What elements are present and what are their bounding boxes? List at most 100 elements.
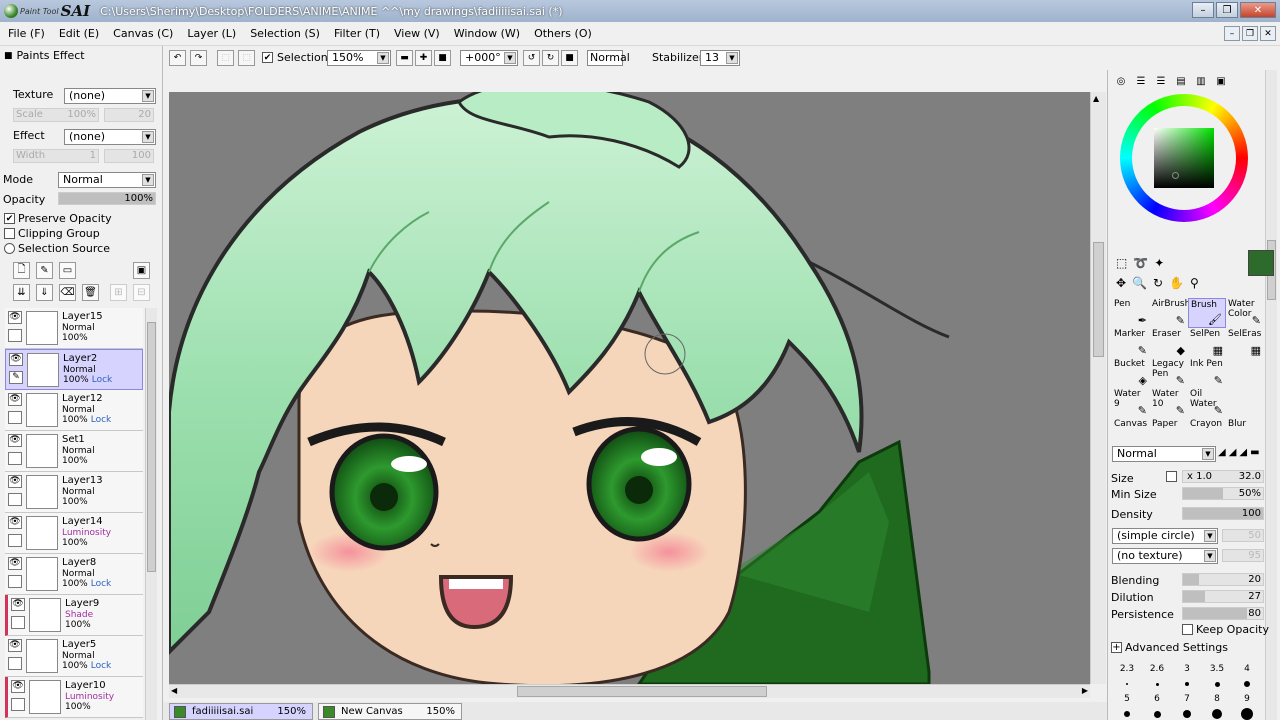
visibility-eye-icon[interactable]: 👁	[8, 639, 22, 652]
brush-tool-water-color[interactable]: Water Color ✎	[1226, 298, 1264, 328]
layer-row[interactable]: 👁 Layer8 Normal 100% Lock	[5, 554, 143, 595]
current-color-swatch[interactable]	[1248, 250, 1274, 276]
brush-shape-icons[interactable]: ◢◢◢▬	[1218, 447, 1263, 458]
layer-row[interactable]: 👁 Layer10 Luminosity 100%	[5, 677, 143, 718]
brush-tool-water-9[interactable]: Water 9 ✎	[1112, 388, 1150, 418]
visibility-eye-icon[interactable]: 👁	[8, 311, 22, 324]
rotate-left-button[interactable]: ↺	[523, 50, 540, 66]
layer-pin-icon[interactable]: ✎	[9, 371, 23, 384]
color-wheel-tab-icon[interactable]: ◎	[1113, 74, 1129, 88]
scale-amount[interactable]: 20	[104, 108, 154, 122]
persistence-slider[interactable]: 80	[1182, 607, 1264, 620]
apply-mask-button[interactable]: ⊞	[110, 284, 127, 301]
selection-checkbox[interactable]: ✔	[262, 52, 273, 63]
size-lock-checkbox[interactable]	[1166, 471, 1177, 482]
canvas-horizontal-scrollbar[interactable]: ◀ ▶	[169, 684, 1090, 698]
clipping-group-checkbox[interactable]: Clipping Group	[4, 227, 100, 240]
saturation-value-square[interactable]	[1154, 128, 1214, 188]
brush-texture-amount[interactable]: 95	[1222, 549, 1264, 562]
visibility-eye-icon[interactable]: 👁	[8, 393, 22, 406]
mdi-close-button[interactable]: ✕	[1260, 26, 1276, 41]
brush-tool-water-10[interactable]: Water 10 ✎	[1150, 388, 1188, 418]
menu-item-layer[interactable]: Layer (L)	[179, 27, 242, 40]
layer-pin-icon[interactable]	[8, 452, 22, 465]
maximize-button[interactable]: ❐	[1216, 2, 1238, 18]
brush-tool-eraser[interactable]: Eraser ◆	[1150, 328, 1188, 358]
menu-item-window[interactable]: Window (W)	[446, 27, 526, 40]
layer-pin-icon[interactable]	[11, 616, 25, 629]
layer-scroll-thumb[interactable]	[147, 322, 156, 572]
preserve-opacity-checkbox[interactable]: ✔ Preserve Opacity	[4, 212, 112, 225]
size-preset-label[interactable]: 3.5	[1202, 664, 1232, 674]
brush-tool-bucket[interactable]: Bucket ◈	[1112, 358, 1150, 388]
size-preset-label[interactable]: 3	[1172, 664, 1202, 674]
rotate-icon[interactable]: ↻	[1153, 276, 1163, 290]
size-preset-dot[interactable]	[1153, 710, 1161, 718]
size-preset-label[interactable]: 7	[1172, 694, 1202, 704]
visibility-eye-icon[interactable]: 👁	[8, 434, 22, 447]
layer-pin-icon[interactable]	[8, 534, 22, 547]
zoom-icon[interactable]: 🔍	[1132, 276, 1147, 290]
scale-slider[interactable]: Scale 100%	[13, 108, 99, 122]
brush-shape-select[interactable]: (simple circle) ▼	[1112, 528, 1218, 544]
layer-pin-icon[interactable]	[8, 493, 22, 506]
new-set-button[interactable]: ▭	[59, 262, 76, 279]
lasso-icon[interactable]: ➰	[1133, 256, 1148, 270]
canvas-vertical-scrollbar[interactable]: ▲	[1090, 92, 1106, 684]
scroll-left-icon[interactable]: ◀	[171, 686, 177, 695]
layer-pin-icon[interactable]	[8, 329, 22, 342]
brush-texture-select[interactable]: (no texture) ▼	[1112, 548, 1218, 564]
stabilizer-select[interactable]: 13 ▼	[700, 50, 740, 66]
zoom-out-button[interactable]: ▬	[396, 50, 413, 66]
layer-row[interactable]: 👁 Layer5 Normal 100% Lock	[5, 636, 143, 677]
rgb-slider-tab-icon[interactable]: ☰	[1133, 74, 1149, 88]
navigator-tab-icon[interactable]: ▣	[1213, 74, 1229, 88]
density-slider[interactable]: 100	[1182, 507, 1264, 520]
layer-row[interactable]: 👁 Layer12 Normal 100% Lock	[5, 390, 143, 431]
scroll-up-icon[interactable]: ▲	[1093, 94, 1099, 103]
magic-wand-icon[interactable]: ✦	[1154, 256, 1164, 270]
layer-pin-icon[interactable]	[8, 411, 22, 424]
menu-item-canvas[interactable]: Canvas (C)	[105, 27, 179, 40]
tab-fadiiiiisai[interactable]: fadiiiiisai.sai 150%	[169, 703, 313, 720]
visibility-eye-icon[interactable]: 👁	[11, 680, 25, 693]
size-preset-dot[interactable]	[1124, 711, 1130, 717]
marquee-icon[interactable]: ⬚	[1116, 256, 1127, 270]
menu-item-view[interactable]: View (V)	[386, 27, 446, 40]
opacity-slider[interactable]: 100%	[58, 192, 156, 205]
close-button[interactable]: ✕	[1240, 2, 1276, 18]
blend-mode-select[interactable]: Normal	[587, 50, 630, 66]
move-icon[interactable]: ✥	[1116, 276, 1126, 290]
size-preset-label[interactable]: 4	[1232, 664, 1262, 674]
clear-layer-button[interactable]: ⌫	[59, 284, 76, 301]
hand-icon[interactable]: ✋	[1169, 276, 1184, 290]
size-preset-label[interactable]: 9	[1232, 694, 1262, 704]
scratchpad-tab-icon[interactable]: ▥	[1193, 74, 1209, 88]
dilution-slider[interactable]: 27	[1182, 590, 1264, 603]
new-layer-button[interactable]: 🗋	[13, 262, 30, 279]
size-preset-label[interactable]: 2.6	[1142, 664, 1172, 674]
eyedropper-icon[interactable]: ⚲	[1190, 276, 1199, 290]
menu-item-edit[interactable]: Edit (E)	[51, 27, 105, 40]
merge-down-button[interactable]: ⇓	[36, 284, 53, 301]
size-preset-dot[interactable]	[1126, 683, 1128, 685]
brush-tool-brush[interactable]: Brush 🖌	[1188, 298, 1226, 328]
size-preset-dot[interactable]	[1155, 682, 1159, 686]
brush-tool-legacy-pen[interactable]: Legacy Pen ✎	[1150, 358, 1188, 388]
new-linework-layer-button[interactable]: ✎	[36, 262, 53, 279]
zoom-select[interactable]: 150% ▼	[327, 50, 391, 66]
zoom-reset-button[interactable]: ■	[434, 50, 451, 66]
size-preset-dot[interactable]	[1185, 682, 1189, 686]
invert-selection-button[interactable]: ⬚	[238, 50, 255, 66]
layer-row[interactable]: 👁 Layer13 Normal 100%	[5, 472, 143, 513]
width-amount[interactable]: 100	[104, 149, 154, 163]
swatches-tab-icon[interactable]: ▤	[1173, 74, 1189, 88]
size-preset-dot[interactable]	[1244, 681, 1250, 687]
brush-tool-seleras[interactable]: SelEras ▦	[1226, 328, 1264, 358]
size-preset-dot[interactable]	[1212, 709, 1222, 719]
min-size-slider[interactable]: 50%	[1182, 487, 1264, 500]
brush-tool-airbrush[interactable]: AirBrush ✎	[1150, 298, 1190, 328]
brush-tool-oil-water[interactable]: Oil Water ✎	[1188, 388, 1226, 418]
paints-effect-header[interactable]: ■ Paints Effect	[4, 49, 85, 62]
mask-button[interactable]: ▣	[133, 262, 150, 279]
